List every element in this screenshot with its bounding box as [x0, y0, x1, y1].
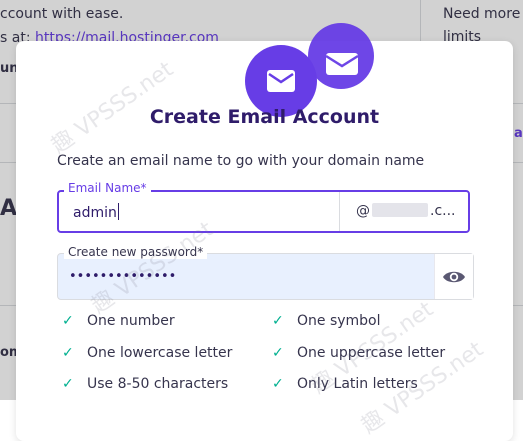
domain-text: @ .c...	[356, 203, 456, 219]
password-field[interactable]: ••••••••••••••	[57, 253, 474, 300]
email-name-label: Email Name*	[64, 181, 151, 195]
check-icon: ✓	[272, 313, 284, 329]
eye-icon	[443, 271, 465, 282]
requirement-symbol: One symbol	[297, 313, 381, 329]
domain-select[interactable]: @ .c...	[339, 192, 468, 231]
check-icon: ✓	[62, 345, 74, 361]
password-input[interactable]: ••••••••••••••	[69, 269, 176, 284]
check-icon: ✓	[272, 376, 284, 392]
requirement-latin: Only Latin letters	[297, 376, 418, 392]
envelope-icon	[267, 70, 295, 92]
requirement-length: Use 8-50 characters	[87, 376, 229, 392]
email-name-input[interactable]: admin	[73, 203, 119, 221]
modal-subtitle: Create an email name to go with your dom…	[57, 153, 425, 169]
blurred-domain	[372, 203, 428, 217]
envelope-icon	[325, 53, 359, 75]
email-name-field[interactable]: admin @ .c...	[57, 190, 470, 233]
mail-badge-back	[308, 23, 374, 89]
check-icon: ✓	[62, 376, 74, 392]
password-label: Create new password*	[64, 245, 208, 259]
show-password-button[interactable]	[434, 254, 473, 299]
check-icon: ✓	[272, 345, 284, 361]
requirement-lowercase: One lowercase letter	[87, 345, 233, 361]
requirement-number: One number	[87, 313, 175, 329]
requirement-uppercase: One uppercase letter	[297, 345, 446, 361]
create-email-modal: Create Email Account Create an email nam…	[16, 23, 513, 441]
check-icon: ✓	[62, 313, 74, 329]
text-caret	[117, 203, 119, 220]
modal-title: Create Email Account	[149, 106, 380, 128]
